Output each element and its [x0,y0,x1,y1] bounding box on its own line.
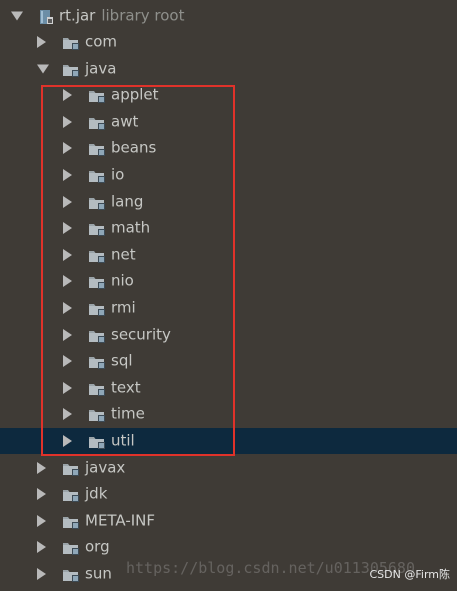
tree-item[interactable]: lang [0,189,457,215]
tree-item[interactable]: org [0,534,457,560]
tree-item-label: javax [85,458,126,477]
tree-item[interactable]: rmi [0,295,457,321]
tree-item-label: time [111,405,145,424]
expand-arrow-icon[interactable] [63,248,72,261]
tree-item[interactable]: time [0,401,457,427]
package-folder-icon [88,328,105,343]
root-name: rt.jar [59,6,96,25]
package-folder-icon [88,434,105,449]
package-folder-icon [62,62,79,77]
package-folder-icon [88,88,105,104]
tree-item-label: jdk [85,484,108,503]
tree-item-label: text [111,378,141,397]
package-folder-icon [62,35,79,50]
tree-item-label: lang [111,192,144,211]
tree-item-label: awt [111,112,139,131]
tree-item[interactable]: com [0,29,457,55]
tree-item-label: applet [111,85,159,104]
expand-arrow-icon[interactable] [37,514,46,527]
package-folder-icon [88,381,105,396]
tree-item-label: net [111,245,136,264]
tree-item[interactable]: beans [0,135,457,161]
expand-arrow-icon[interactable] [63,115,72,128]
package-folder-icon [88,248,105,263]
tree-item-label: security [111,325,171,344]
expand-arrow-icon[interactable] [37,568,46,580]
tree-item-label: util [111,431,135,450]
expand-arrow-icon[interactable] [63,381,72,394]
package-folder-icon [88,301,105,316]
tree-item-label: nio [111,272,134,291]
tree-item-label: beans [111,139,157,158]
expand-arrow-icon[interactable] [63,275,72,288]
tree-item-label: com [85,32,118,51]
tree-item[interactable]: text [0,375,457,401]
tree-item-label: rmi [111,298,136,317]
package-folder-icon [62,567,79,582]
package-folder-icon [88,115,105,130]
tree-item[interactable]: math [0,215,457,241]
jar-icon [38,9,54,24]
tree-item-label: META-INF [85,511,156,530]
tree-root-label: rt.jar library root [59,7,184,25]
expand-arrow-icon[interactable] [63,195,72,208]
tree-item[interactable]: sql [0,348,457,374]
package-folder-icon [88,195,105,210]
tree-item-label: java [85,59,117,78]
tree-item-label: sql [111,351,133,370]
tree-root-rt-jar[interactable]: rt.jar library root [0,3,457,29]
package-folder-icon [88,141,105,157]
package-folder-icon [88,274,105,290]
expand-arrow-icon[interactable] [37,36,46,48]
expand-arrow-icon[interactable] [63,328,72,341]
package-folder-icon [62,487,79,503]
tree-item[interactable]: io [0,162,457,188]
root-secondary-label: library root [101,6,185,25]
package-folder-icon [88,407,105,423]
tree-item[interactable]: security [0,322,457,348]
package-folder-icon [88,221,105,237]
expand-arrow-icon[interactable] [63,435,72,447]
tree-item-label: io [111,165,125,184]
package-folder-icon [62,540,79,556]
tree-item[interactable]: applet [0,82,457,108]
expand-arrow-icon[interactable] [63,355,72,368]
package-folder-icon [88,168,105,183]
expand-arrow-icon[interactable] [63,408,72,421]
tree-item[interactable]: net [0,242,457,268]
expand-arrow-icon[interactable] [37,461,46,474]
tree-item-label: math [111,218,151,237]
tree-item[interactable]: META-INF [0,508,457,534]
package-folder-icon [62,461,79,476]
expand-arrow-icon[interactable] [63,222,72,235]
expand-arrow-icon[interactable] [63,89,72,102]
tree-item[interactable]: java [0,56,457,82]
project-tree-panel: rt.jar library root com java applet awt beans… [0,0,457,591]
tree-item[interactable]: awt [0,109,457,135]
tree-item-label: sun [85,564,112,583]
expand-arrow-icon[interactable] [63,142,72,155]
package-folder-icon [88,354,105,370]
expand-arrow-icon[interactable] [37,488,46,501]
expand-arrow-icon[interactable] [11,11,23,21]
expand-arrow-icon[interactable] [63,169,72,181]
expand-arrow-icon[interactable] [37,541,46,554]
tree-item[interactable]: jdk [0,481,457,507]
collapse-arrow-icon[interactable] [37,64,49,74]
tree-item[interactable]: nio [0,268,457,294]
expand-arrow-icon[interactable] [63,302,72,314]
tree-item[interactable]: javax [0,455,457,481]
package-folder-icon [62,514,79,529]
csdn-author-mark: CSDN @Firm陈 [369,568,451,581]
tree-item-label: org [85,538,110,557]
tree-item[interactable]: util [0,428,457,454]
